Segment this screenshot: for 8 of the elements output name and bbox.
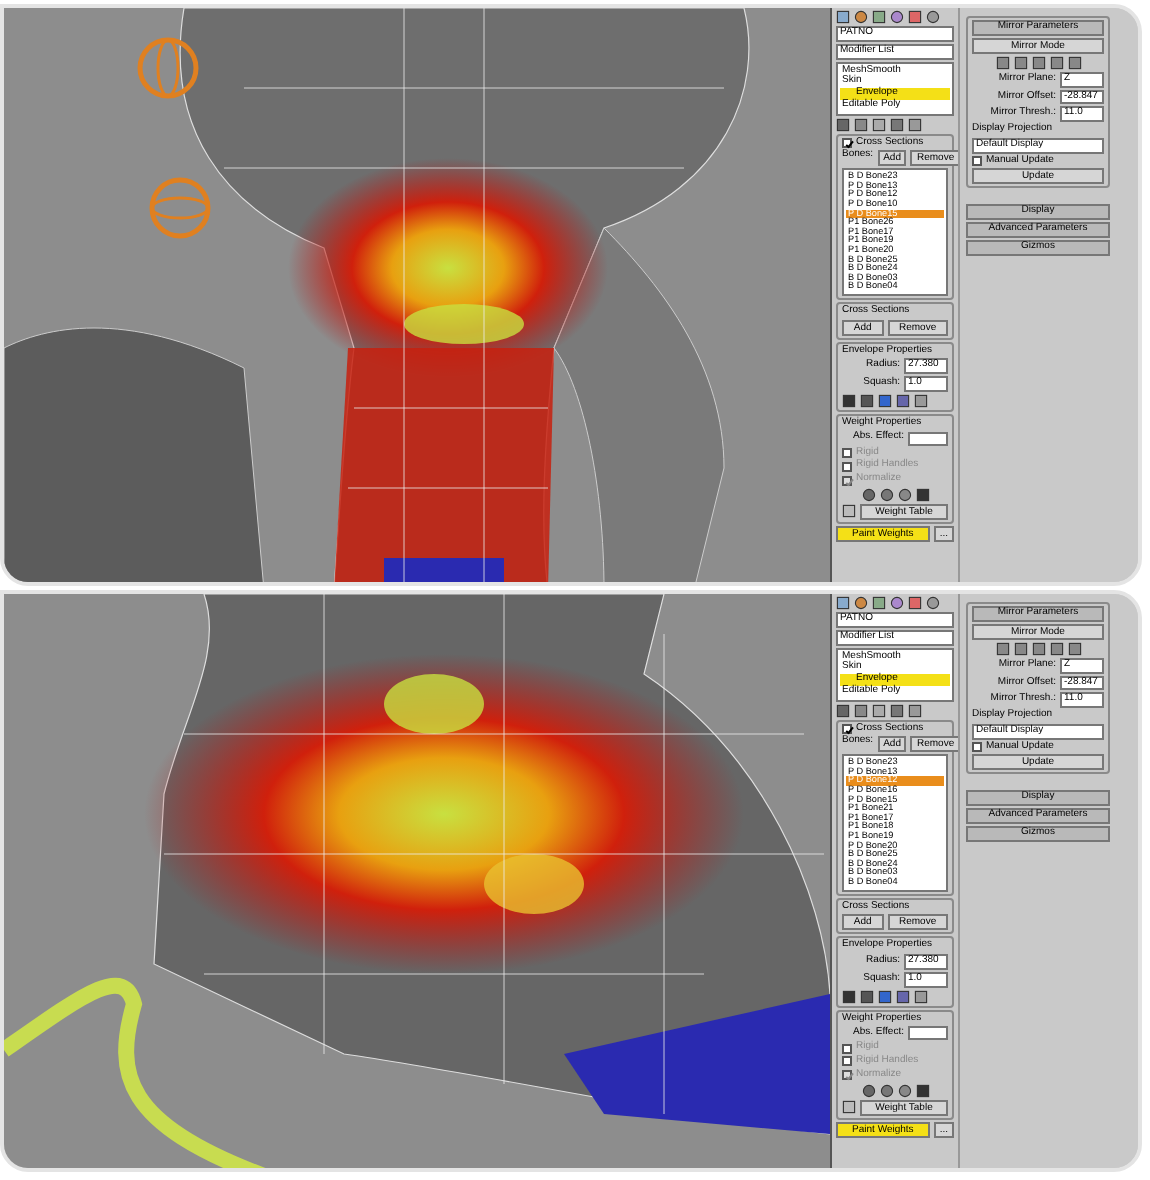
checkbox[interactable] xyxy=(842,137,852,148)
checkbox[interactable] xyxy=(972,741,982,752)
checkbox[interactable] xyxy=(842,723,852,734)
abs-effect-field[interactable] xyxy=(908,431,948,446)
paint-tool-icon[interactable] xyxy=(842,503,856,518)
paint-tool-icon[interactable] xyxy=(842,1099,856,1114)
checkbox[interactable] xyxy=(972,155,982,166)
abs-effect-field[interactable] xyxy=(908,1026,948,1041)
